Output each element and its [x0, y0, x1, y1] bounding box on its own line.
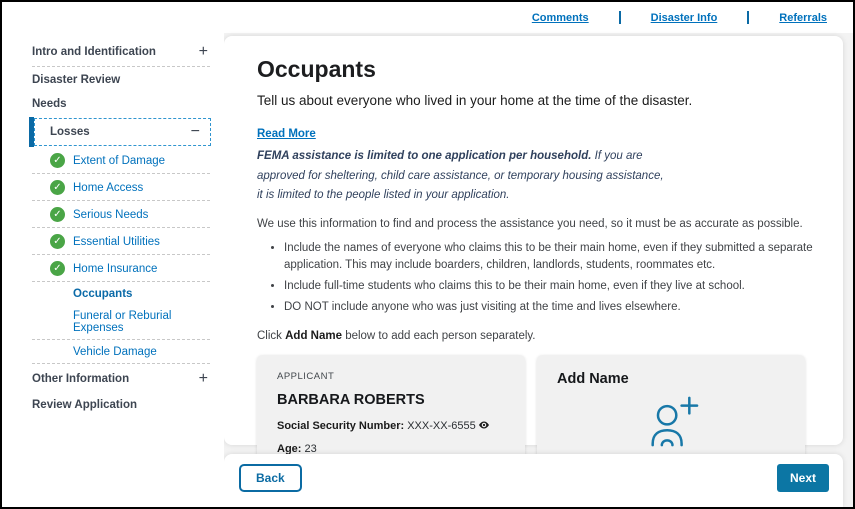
- instructions-list: Include the names of everyone who claims…: [257, 240, 817, 317]
- sidebar-item-home-access[interactable]: ✓ Home Access: [2, 175, 224, 200]
- sidebar-item-review-application[interactable]: Review Application: [2, 393, 224, 417]
- sidebar-item-label: Home Insurance: [73, 262, 158, 275]
- sidebar-item-essential-utilities[interactable]: ✓ Essential Utilities: [2, 229, 224, 254]
- occupants-panel: Occupants Tell us about everyone who liv…: [224, 36, 843, 491]
- sidebar-item-label: Essential Utilities: [73, 235, 160, 248]
- ssn-value: XXX-XX-6555: [407, 419, 476, 432]
- main-column: Comments Disaster Info Referrals Occupan…: [224, 2, 853, 507]
- sidebar-item-label: Needs: [32, 98, 67, 110]
- sidebar-item-funeral-or-reburial-expenses[interactable]: Funeral or Reburial Expenses: [2, 305, 224, 339]
- applicant-name: BARBARA ROBERTS: [277, 391, 425, 408]
- comments-link[interactable]: Comments: [532, 12, 589, 24]
- check-circle-icon: ✓: [50, 207, 65, 222]
- page-title: Occupants: [257, 56, 376, 82]
- divider: [32, 339, 210, 340]
- divider: [618, 11, 621, 24]
- info-text: We use this information to find and proc…: [257, 217, 803, 230]
- add-name-instruction: Click Add Name below to add each person …: [257, 329, 536, 342]
- sidebar-item-vehicle-damage[interactable]: Vehicle Damage: [2, 341, 224, 363]
- divider: [32, 66, 210, 67]
- app-window: Intro and Identification + Disaster Revi…: [0, 0, 855, 509]
- list-item: DO NOT include anyone who was just visit…: [284, 299, 817, 317]
- sidebar-item-label: Other Information: [32, 373, 130, 385]
- sidebar-item-other-information[interactable]: Other Information +: [2, 365, 224, 393]
- back-button[interactable]: Back: [239, 463, 302, 492]
- list-item: Include the names of everyone who claims…: [284, 240, 817, 276]
- sidebar-item-intro-and-identification[interactable]: Intro and Identification +: [2, 38, 224, 66]
- check-circle-icon: ✓: [50, 261, 65, 276]
- sidebar-item-losses-wrapper: Losses −: [29, 117, 211, 147]
- sidebar-item-label: Serious Needs: [73, 208, 149, 221]
- sidebar-item-extent-of-damage[interactable]: ✓ Extent of Damage: [2, 148, 224, 173]
- next-button[interactable]: Next: [776, 463, 829, 492]
- sidebar-item-label: Extent of Damage: [73, 154, 166, 167]
- fema-note-line: FEMA assistance is limited to one applic…: [257, 150, 643, 162]
- sidebar-item-label: Occupants: [73, 288, 133, 300]
- sidebar-item-label: Review Application: [32, 399, 138, 411]
- check-circle-icon: ✓: [50, 153, 65, 168]
- applicant-label: APPLICANT: [277, 370, 335, 382]
- read-more-link[interactable]: Read More: [257, 128, 316, 140]
- disaster-info-link[interactable]: Disaster Info: [651, 12, 718, 24]
- sidebar-item-occupants[interactable]: Occupants: [2, 283, 224, 305]
- eye-icon[interactable]: [478, 419, 490, 431]
- fema-note-line: it is limited to the people listed in yo…: [257, 189, 510, 202]
- sidebar-item-home-insurance[interactable]: ✓ Home Insurance: [2, 256, 224, 281]
- sidebar-item-label: Losses: [50, 126, 90, 138]
- list-item: Include full-time students who claims th…: [284, 278, 817, 296]
- sidebar-item-disaster-review[interactable]: Disaster Review: [2, 68, 224, 92]
- ssn-row: Social Security Number: XXX-XX-6555: [277, 419, 505, 432]
- add-name-title: Add Name: [557, 370, 629, 387]
- divider: [32, 363, 210, 364]
- actions-bar: Back Next: [224, 454, 843, 507]
- sidebar-item-serious-needs[interactable]: ✓ Serious Needs: [2, 202, 224, 227]
- top-nav: Comments Disaster Info Referrals: [224, 2, 853, 33]
- page-subtitle: Tell us about everyone who lived in your…: [257, 93, 693, 108]
- divider: [32, 281, 210, 282]
- divider: [32, 173, 210, 174]
- divider: [747, 11, 750, 24]
- sidebar-item-losses[interactable]: Losses −: [34, 118, 211, 146]
- fema-note: FEMA assistance is limited to one applic…: [257, 147, 817, 206]
- expand-icon[interactable]: +: [199, 371, 208, 387]
- sidebar-item-label: Disaster Review: [32, 74, 121, 86]
- fema-note-line: approved for sheltering, child care assi…: [257, 169, 664, 182]
- sidebar: Intro and Identification + Disaster Revi…: [2, 2, 224, 507]
- add-person-icon: [651, 396, 699, 447]
- divider: [32, 200, 210, 201]
- sidebar-item-label: Intro and Identification: [32, 46, 156, 58]
- sidebar-item-label: Funeral or Reburial Expenses: [73, 310, 172, 334]
- check-circle-icon: ✓: [50, 234, 65, 249]
- content-area: Occupants Tell us about everyone who liv…: [224, 33, 853, 507]
- divider: [32, 254, 210, 255]
- expand-icon[interactable]: +: [199, 44, 208, 60]
- sidebar-item-needs[interactable]: Needs: [2, 92, 224, 116]
- sidebar-item-label: Home Access: [73, 181, 144, 194]
- referrals-link[interactable]: Referrals: [779, 12, 827, 24]
- check-circle-icon: ✓: [50, 180, 65, 195]
- collapse-icon[interactable]: −: [191, 124, 200, 140]
- divider: [32, 227, 210, 228]
- active-section-bar: [29, 117, 34, 147]
- sidebar-item-label: Vehicle Damage: [73, 346, 157, 358]
